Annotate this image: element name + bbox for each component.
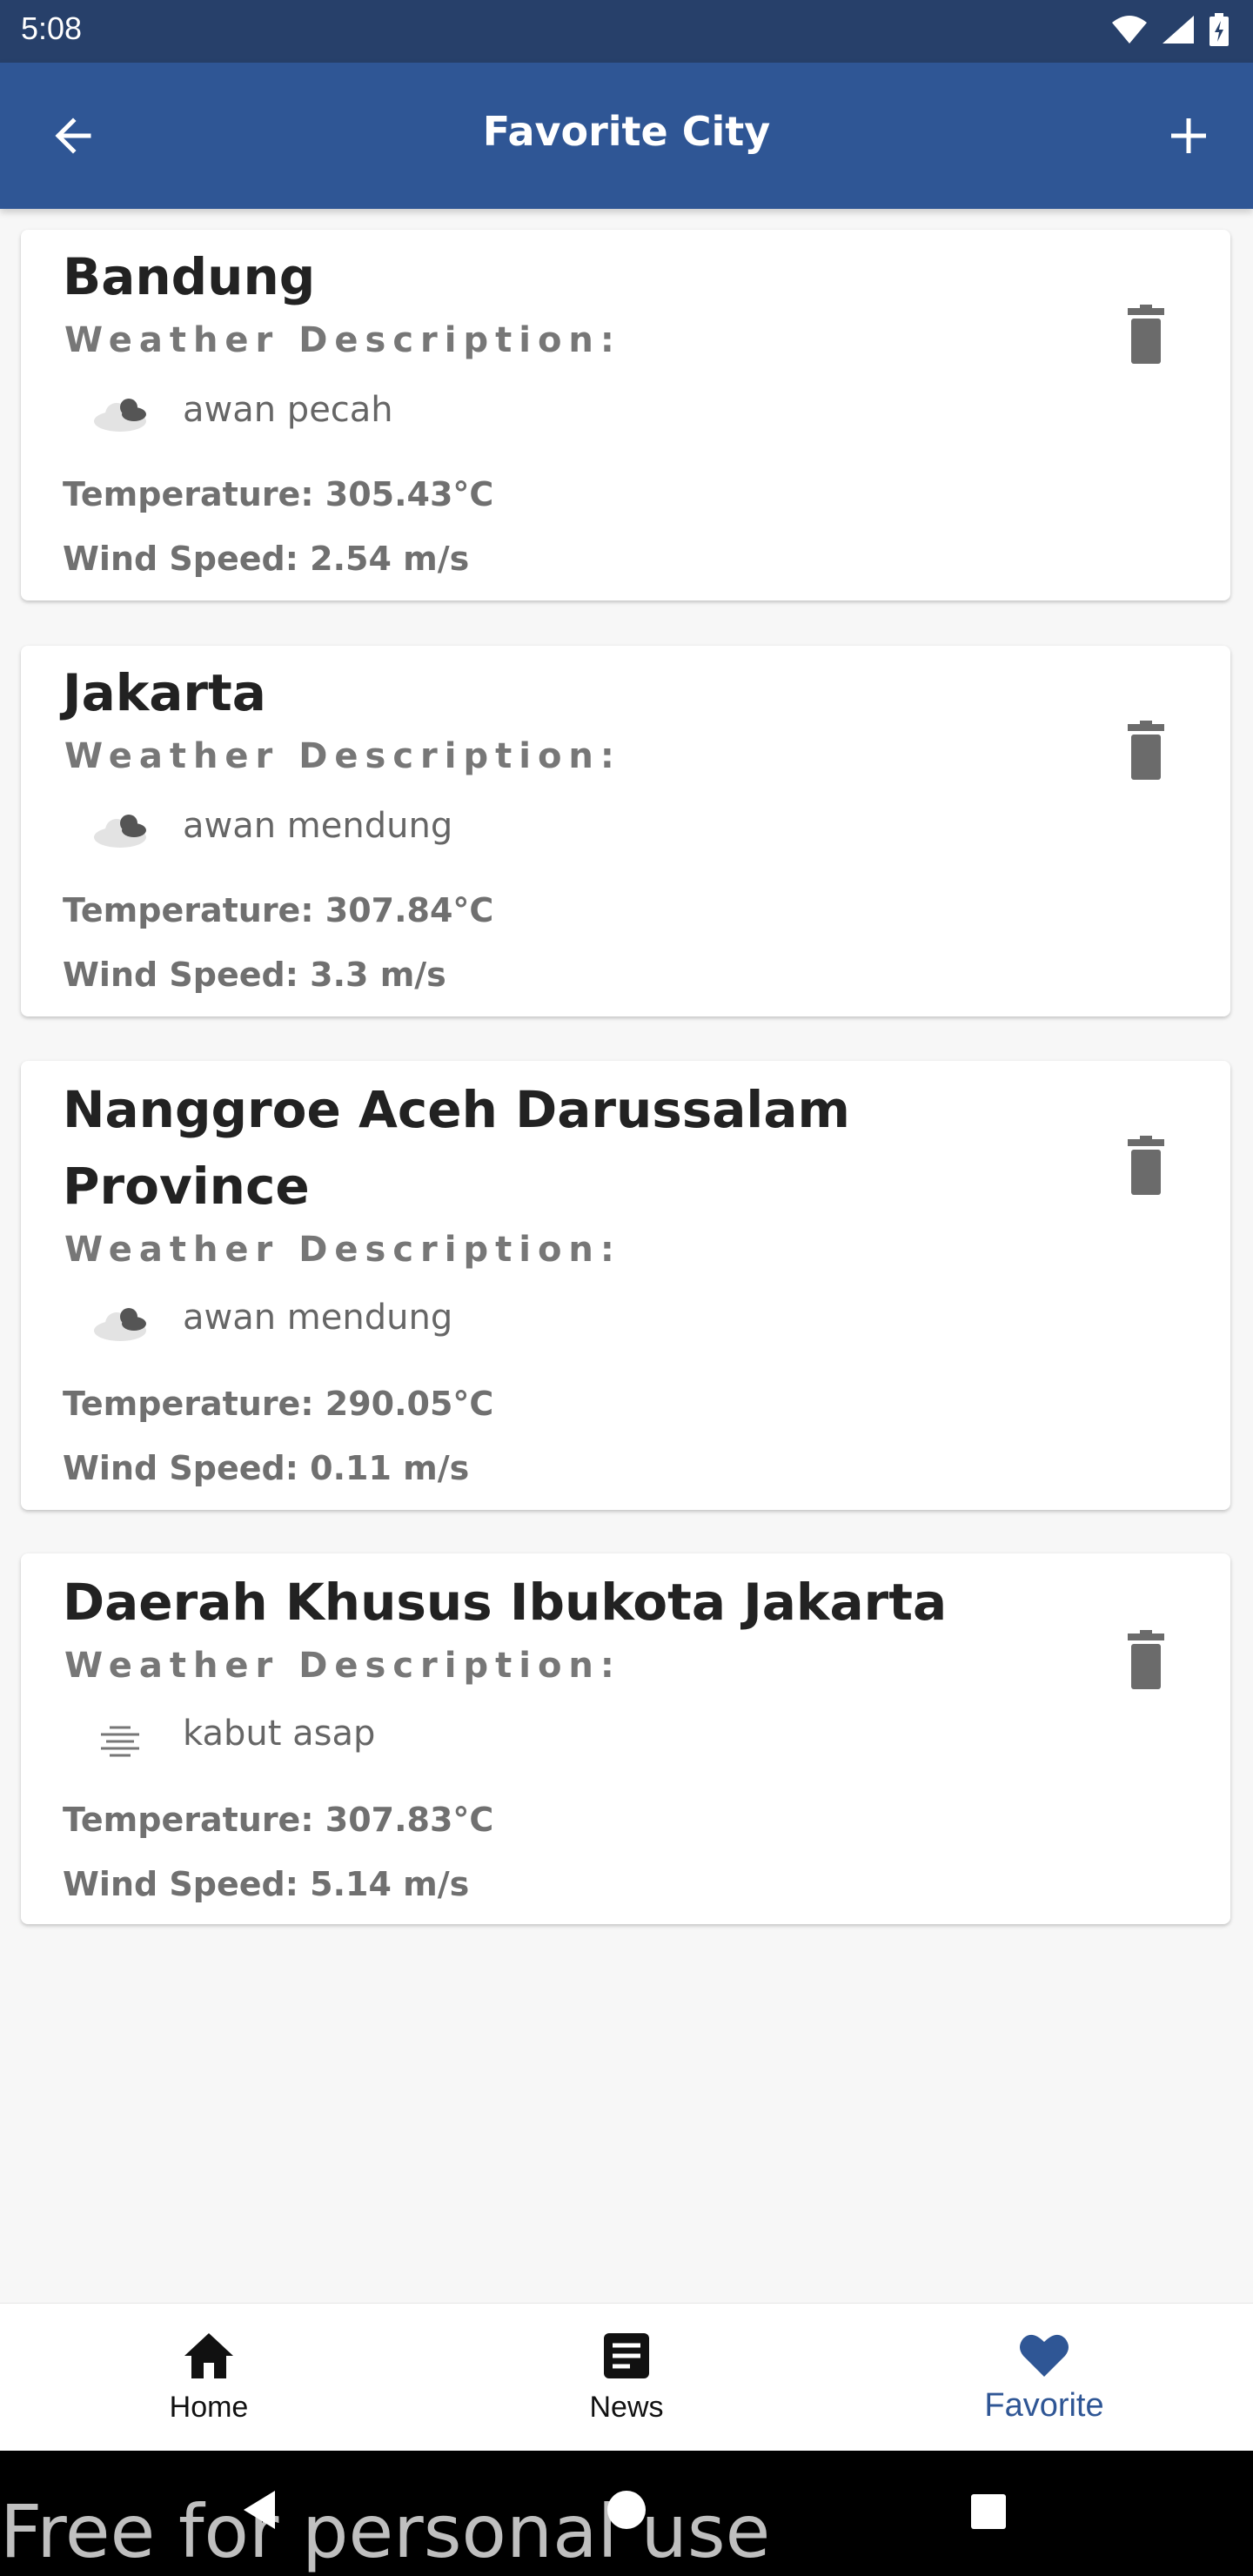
nav-label: Home: [169, 2391, 249, 2424]
overcast-clouds-icon: [94, 815, 146, 848]
city-card[interactable]: Bandung Weather Description: awan pecah …: [21, 230, 1230, 600]
city-card[interactable]: Jakarta Weather Description: awan mendun…: [21, 646, 1230, 1016]
page-title: Favorite City: [482, 108, 771, 155]
temperature: Temperature: 307.84°C: [63, 891, 494, 929]
delete-icon[interactable]: [1119, 1630, 1173, 1691]
news-icon: [604, 2333, 649, 2378]
app-bar: Favorite City: [0, 63, 1253, 209]
system-recents-icon[interactable]: [969, 2492, 1008, 2531]
weather-description: kabut asap: [183, 1714, 376, 1754]
bottom-navigation: Home News Favorite: [0, 2303, 1253, 2452]
wind-speed: Wind Speed: 3.3 m/s: [63, 956, 446, 994]
nav-label: News: [589, 2391, 664, 2424]
temperature: Temperature: 307.83°C: [63, 1801, 494, 1839]
wifi-icon: [1112, 16, 1147, 44]
nav-item-news[interactable]: News: [418, 2304, 835, 2452]
haze-icon: [101, 1726, 139, 1757]
signal-icon: [1163, 16, 1194, 44]
add-icon[interactable]: [1159, 106, 1218, 165]
weather-description-label: Weather Description:: [64, 736, 621, 776]
battery-icon: [1209, 13, 1229, 46]
city-name: Jakarta: [63, 663, 266, 722]
city-name: Nanggroe Aceh Darussalam Province: [63, 1080, 850, 1216]
delete-icon[interactable]: [1119, 1136, 1173, 1197]
city-name: Daerah Khusus Ibukota Jakarta: [63, 1573, 948, 1632]
city-card[interactable]: Nanggroe Aceh Darussalam Province Weathe…: [21, 1061, 1230, 1510]
nav-item-home[interactable]: Home: [0, 2304, 418, 2452]
wind-speed: Wind Speed: 5.14 m/s: [63, 1865, 470, 1903]
watermark-text: Free for personal use: [0, 2489, 771, 2574]
heart-icon: [1020, 2334, 1069, 2377]
weather-description: awan mendung: [183, 806, 453, 846]
wind-speed: Wind Speed: 0.11 m/s: [63, 1449, 470, 1487]
nav-label: Favorite: [984, 2387, 1104, 2424]
city-card[interactable]: Daerah Khusus Ibukota Jakarta Weather De…: [21, 1553, 1230, 1924]
delete-icon[interactable]: [1119, 305, 1173, 366]
city-name: Bandung: [63, 247, 316, 306]
weather-description-label: Weather Description:: [64, 1230, 621, 1270]
wind-speed: Wind Speed: 2.54 m/s: [63, 540, 470, 578]
weather-description: awan pecah: [183, 390, 393, 430]
temperature: Temperature: 290.05°C: [63, 1385, 494, 1423]
overcast-clouds-icon: [94, 1308, 146, 1341]
weather-description: awan mendung: [183, 1298, 453, 1338]
broken-clouds-icon: [94, 399, 146, 432]
temperature: Temperature: 305.43°C: [63, 475, 494, 513]
weather-description-label: Weather Description:: [64, 1646, 621, 1686]
status-icons: [1110, 12, 1230, 47]
weather-description-label: Weather Description:: [64, 320, 621, 360]
home-icon: [184, 2333, 233, 2378]
status-time: 5:08: [21, 10, 83, 46]
delete-icon[interactable]: [1119, 721, 1173, 782]
nav-item-favorite[interactable]: Favorite: [835, 2304, 1253, 2452]
status-bar: 5:08: [0, 0, 1253, 63]
